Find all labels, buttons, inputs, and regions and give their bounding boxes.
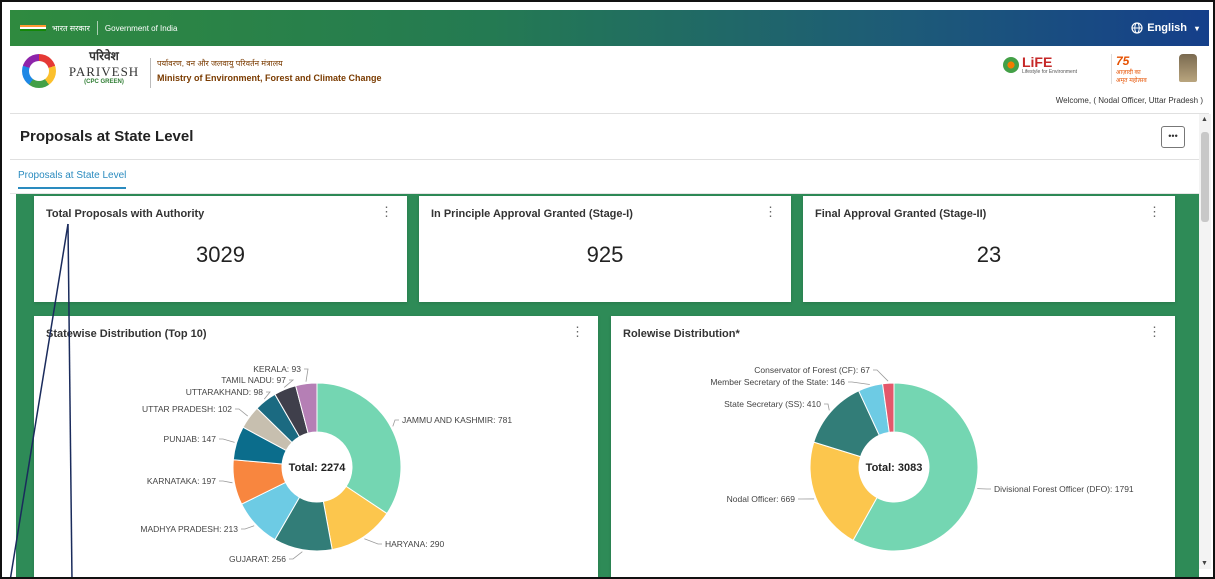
slice-label: Nodal Officer: 669 (727, 494, 796, 504)
slice-label: State Secretary (SS): 410 (724, 399, 821, 409)
gov-hindi-label[interactable]: भारत सरकार (52, 23, 90, 34)
slice-label: GUJARAT: 256 (229, 554, 286, 564)
scroll-up-arrow-icon[interactable]: ▲ (1201, 116, 1208, 123)
label-leader-line (241, 525, 255, 530)
site-header: परिवेश PARIVESH (CPC GREEN) पर्यावरण, वन… (10, 46, 1209, 114)
slice-label: UTTARAKHAND: 98 (186, 387, 264, 397)
life-logo-text: LiFE (1021, 54, 1053, 70)
brand-subtitle: (CPC GREEN) (84, 79, 124, 85)
tab-strip: Proposals at State Level (10, 160, 1199, 194)
tab-proposals-at-state-level[interactable]: Proposals at State Level (18, 170, 127, 189)
chevron-down-icon: ▾ (1194, 23, 1199, 33)
india-flag-icon (20, 24, 46, 32)
donut-center-total: Total: 3083 (866, 462, 923, 474)
label-leader-line (304, 368, 309, 382)
stat-card-title: Final Approval Granted (Stage-II) (815, 208, 987, 220)
label-leader-line (824, 403, 830, 411)
browser-frame: भारत सरकार Government of India English ▾… (0, 0, 1215, 579)
label-leader-line (219, 480, 233, 484)
language-selector[interactable]: English ▾ (1131, 22, 1199, 34)
parivesh-brand[interactable]: परिवेश PARIVESH (CPC GREEN) (64, 50, 144, 85)
ellipsis-icon: ••• (1168, 131, 1178, 141)
language-label: English (1147, 22, 1187, 34)
life-logo-subtext: Lifestyle for Environment (1021, 69, 1077, 75)
national-emblem-icon (1179, 54, 1197, 82)
chart-title: Statewise Distribution (Top 10) (46, 328, 207, 340)
kebab-menu-icon[interactable]: ⋮ (1148, 325, 1161, 338)
kebab-menu-icon[interactable]: ⋮ (571, 325, 584, 338)
kebab-menu-icon[interactable]: ⋮ (764, 205, 777, 218)
scroll-down-arrow-icon[interactable]: ▼ (1201, 560, 1208, 567)
life-leaf-icon (1002, 56, 1019, 73)
donut-slice-jammu-and-kashmir[interactable] (316, 382, 402, 515)
label-leader-line (219, 438, 235, 443)
kebab-menu-icon[interactable]: ⋮ (1148, 205, 1161, 218)
dashboard-content: Total Proposals with Authority ⋮ 3029 In… (16, 194, 1199, 577)
brand-name: PARIVESH (68, 64, 140, 79)
stat-card-final-approval[interactable]: Final Approval Granted (Stage-II) ⋮ 23 (803, 196, 1175, 302)
azadi-ka-amrit-mahotsav-logo: 75 आज़ादी का अमृत महोत्सव (1111, 54, 1151, 84)
page-title-bar: Proposals at State Level ••• (10, 114, 1199, 160)
gov-label[interactable]: Government of India (105, 24, 177, 33)
slice-label: JAMMU AND KASHMIR: 781 (402, 415, 512, 425)
azadi-logo-number: 75 (1116, 54, 1130, 68)
kebab-menu-icon[interactable]: ⋮ (380, 205, 393, 218)
ministry-hindi-name: पर्यावरण, वन और जलवायु परिवर्तन मंत्रालय (157, 59, 283, 68)
label-leader-line (235, 408, 248, 417)
label-leader-line (289, 551, 303, 560)
welcome-text: Welcome, ( Nodal Officer, Uttar Pradesh … (1055, 96, 1203, 105)
government-bar: भारत सरकार Government of India English ▾ (10, 10, 1209, 46)
label-leader-line (392, 419, 399, 427)
rolewise-donut-chart: Divisional Forest Officer (DFO): 1791 Nod… (710, 365, 1134, 552)
vertical-scrollbar[interactable]: ▲ ▼ (1199, 114, 1211, 569)
slice-label: MADHYA PRADESH: 213 (140, 524, 238, 534)
ministry-name: पर्यावरण, वन और जलवायु परिवर्तन मंत्रालय… (150, 58, 382, 88)
stat-card-in-principle-approval[interactable]: In Principle Approval Granted (Stage-I) … (419, 196, 791, 302)
slice-label: PUNJAB: 147 (164, 434, 217, 444)
more-options-button[interactable]: ••• (1161, 126, 1185, 148)
parivesh-logo-icon[interactable] (22, 54, 56, 88)
stat-card-total-proposals[interactable]: Total Proposals with Authority ⋮ 3029 (34, 196, 407, 302)
label-leader-line (364, 538, 382, 545)
ministry-english-name: Ministry of Environment, Forest and Clim… (157, 73, 382, 83)
statewise-distribution-card: JAMMU AND KASHMIR: 781 HARYANA: 290 GUJARA… (34, 316, 598, 577)
label-leader-line (848, 381, 870, 385)
stat-card-title: In Principle Approval Granted (Stage-I) (431, 208, 633, 220)
globe-icon (1131, 22, 1143, 34)
statewise-donut-chart: JAMMU AND KASHMIR: 781 HARYANA: 290 GUJARA… (140, 364, 512, 564)
stat-card-value: 23 (976, 242, 1002, 267)
slice-label: TAMIL NADU: 97 (221, 375, 286, 385)
slice-label: HARYANA: 290 (385, 539, 444, 549)
slice-label: KARNATAKA: 197 (147, 476, 216, 486)
stat-card-title: Total Proposals with Authority (46, 208, 205, 220)
slice-label: Conservator of Forest (CF): 67 (754, 365, 870, 375)
brand-hindi-name: परिवेश (89, 49, 119, 63)
gov-bar-divider (96, 21, 98, 35)
slice-label: UTTAR PRADESH: 102 (142, 404, 232, 414)
stat-card-value: 3029 (196, 242, 245, 267)
flag-green-stripe (20, 29, 46, 32)
stat-card-value: 925 (586, 242, 624, 267)
chart-title: Rolewise Distribution* (623, 328, 740, 340)
rolewise-distribution-card: Divisional Forest Officer (DFO): 1791 Nod… (611, 316, 1175, 577)
life-logo[interactable]: LiFE Lifestyle for Environment (1002, 54, 1077, 75)
slice-label: KERALA: 93 (253, 364, 301, 374)
slice-label: Member Secretary of the State: 146 (710, 377, 845, 387)
donut-center-total: Total: 2274 (289, 462, 347, 474)
scrollbar-thumb[interactable] (1201, 132, 1209, 222)
label-leader-line (873, 369, 889, 382)
slice-label: Divisional Forest Officer (DFO): 1791 (994, 484, 1134, 494)
page-title: Proposals at State Level (20, 128, 194, 145)
azadi-logo-subtext: आज़ादी का अमृत महोत्सव (1116, 70, 1147, 84)
